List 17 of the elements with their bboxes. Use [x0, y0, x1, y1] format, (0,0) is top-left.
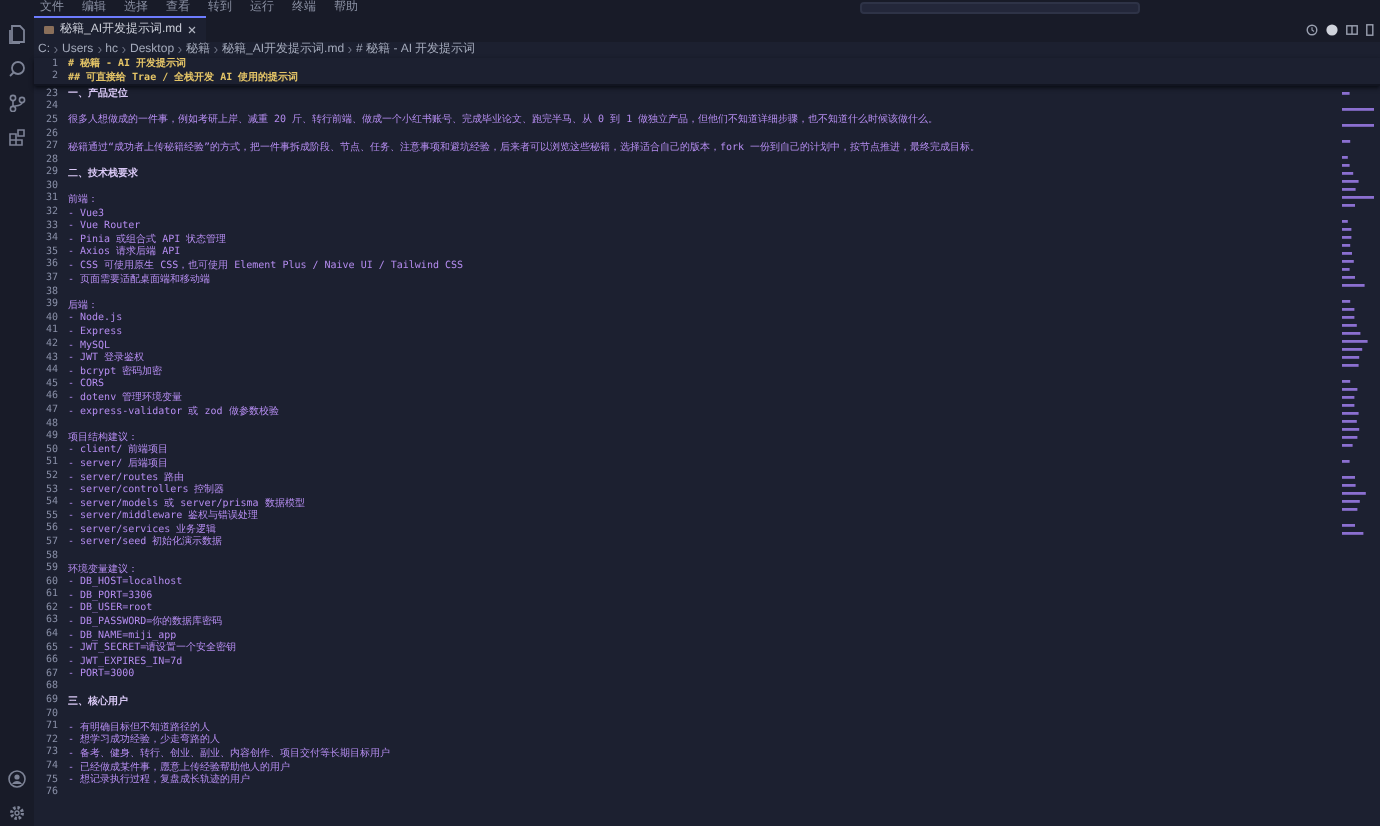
settings-icon[interactable] — [8, 804, 26, 822]
chevron-icon — [97, 46, 102, 54]
search-icon[interactable] — [8, 60, 26, 78]
chevron-icon — [214, 46, 219, 54]
split-editor-icon[interactable] — [1346, 23, 1358, 35]
history-icon[interactable] — [1306, 23, 1318, 35]
close-icon[interactable] — [188, 26, 197, 34]
chevron-icon — [178, 46, 183, 54]
preview-icon[interactable] — [1326, 23, 1338, 35]
files-icon[interactable] — [8, 24, 26, 44]
command-search-field[interactable] — [860, 2, 1140, 14]
extensions-icon[interactable] — [8, 128, 26, 146]
chevron-icon — [348, 46, 353, 54]
markdown-icon — [44, 26, 54, 34]
account-icon[interactable] — [8, 770, 26, 788]
source-control-icon[interactable] — [8, 94, 26, 112]
chevron-icon — [122, 46, 127, 54]
